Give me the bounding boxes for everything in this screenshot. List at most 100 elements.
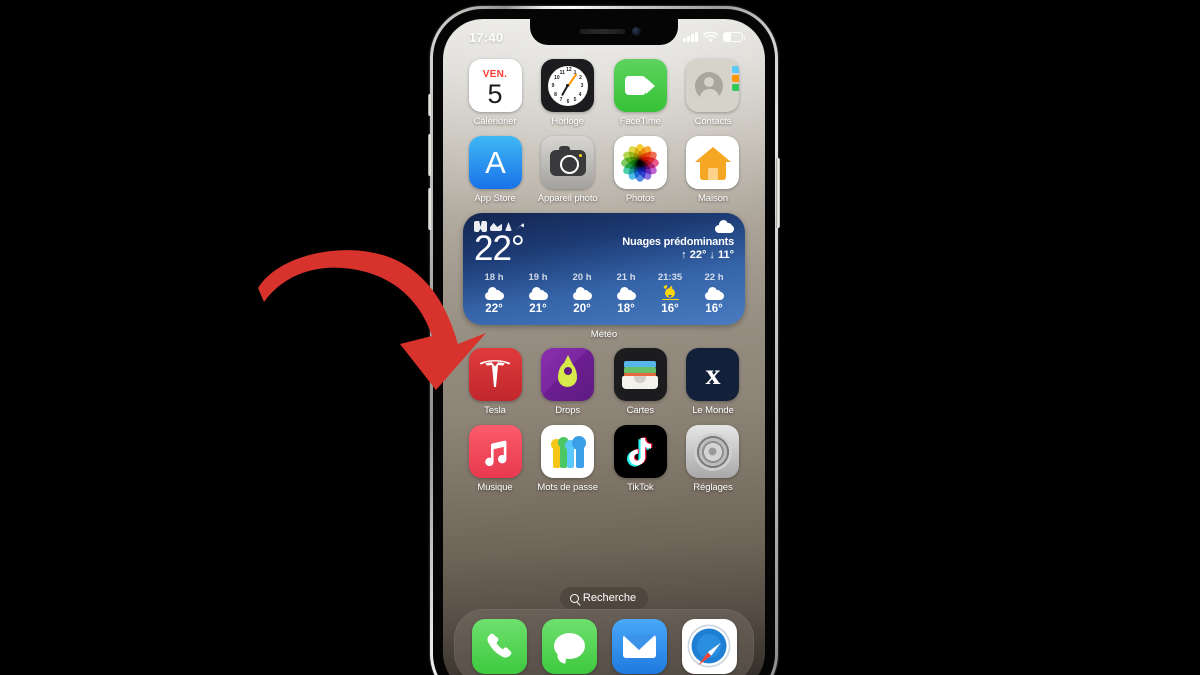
weather-hour-time: 21:35 — [657, 272, 683, 284]
home-app-icon[interactable] — [686, 136, 740, 189]
search-button[interactable]: Recherche — [559, 587, 649, 609]
app-cartes[interactable]: Cartes — [608, 348, 672, 416]
front-camera-icon — [632, 27, 641, 36]
volume-down-button[interactable] — [428, 188, 432, 230]
app-maison[interactable]: Maison — [681, 136, 745, 204]
mute-switch[interactable] — [428, 94, 432, 116]
weather-location-redacted — [474, 220, 524, 233]
cloud-icon — [715, 220, 734, 238]
photos-flower-glyph — [620, 143, 660, 182]
weather-hour-column: 21 h 18° — [607, 272, 645, 315]
status-bar-time: 17:40 — [469, 29, 504, 45]
weather-hour-time: 21 h — [616, 272, 636, 284]
cloud-icon — [704, 286, 724, 300]
app-row-2: A App Store Appareil photo Photos Maison — [457, 136, 751, 204]
weather-hour-time: 20 h — [572, 272, 592, 284]
calendar-day-number: 5 — [487, 79, 503, 109]
weather-hour-column: 21:35 16° — [651, 272, 689, 315]
weather-hour-temp: 18° — [617, 303, 635, 316]
search-label: Recherche — [582, 592, 637, 604]
camera-body-glyph — [549, 146, 586, 176]
gear-glyph — [693, 432, 732, 471]
passwords-keys-icon[interactable] — [541, 425, 595, 478]
app-label: Photos — [625, 193, 655, 204]
droplet-glyph — [558, 355, 578, 387]
settings-gear-icon[interactable] — [686, 425, 740, 478]
app-horloge[interactable]: 12 3 6 9 1 2 4 5 7 8 — [536, 59, 600, 127]
phone-icon[interactable] — [471, 618, 527, 674]
tiktok-icon[interactable] — [613, 425, 667, 478]
battery-icon — [723, 32, 746, 42]
sunset-icon — [661, 285, 679, 301]
keys-glyph — [550, 435, 586, 468]
person-glyph — [695, 71, 724, 100]
earpiece-speaker — [579, 29, 626, 34]
app-app-store[interactable]: A App Store — [463, 136, 527, 204]
app-label: Drops — [555, 405, 581, 416]
app-label: Réglages — [693, 482, 733, 493]
weather-hour-temp: 16° — [661, 303, 679, 316]
app-label: Le Monde — [692, 405, 734, 416]
red-curved-arrow-annotation — [258, 250, 486, 390]
app-tiktok[interactable]: TikTok — [608, 425, 672, 493]
dock — [454, 609, 754, 675]
video-camera-glyph — [625, 76, 656, 95]
cloud-icon — [572, 286, 592, 300]
app-label: TikTok — [627, 482, 654, 493]
app-mots-de-passe[interactable]: Mots de passe — [536, 425, 600, 493]
app-facetime[interactable]: FaceTime — [608, 59, 672, 127]
app-label: Appareil photo — [537, 193, 598, 204]
contact-tabs — [732, 66, 740, 91]
app-le-monde[interactable]: x Le Monde — [681, 348, 745, 416]
music-icon[interactable] — [468, 425, 522, 478]
wifi-icon — [703, 31, 718, 42]
facetime-icon[interactable] — [613, 59, 667, 112]
music-note-glyph — [485, 440, 507, 466]
le-monde-icon[interactable]: x — [686, 348, 740, 401]
app-reglages[interactable]: Réglages — [681, 425, 745, 493]
weather-summary: Nuages prédominants ↑ 22° ↓ 11° — [622, 236, 734, 261]
app-label: Musique — [477, 482, 513, 493]
compass-glyph — [689, 626, 729, 666]
app-appareil-photo[interactable]: Appareil photo — [536, 136, 600, 204]
tiktok-note-glyph — [627, 436, 653, 467]
photos-icon[interactable] — [613, 136, 667, 189]
app-musique[interactable]: Musique — [463, 425, 527, 493]
weather-hour-icon — [616, 286, 636, 300]
weather-hour-column: 22 h 16° — [695, 272, 733, 315]
clock-face: 12 3 6 9 1 2 4 5 7 8 — [547, 65, 588, 106]
safari-icon[interactable] — [681, 618, 737, 674]
le-monde-m-glyph: x — [705, 357, 721, 391]
envelope-glyph — [622, 634, 656, 658]
weather-hour-column: 20 h 20° — [563, 272, 601, 315]
app-photos[interactable]: Photos — [608, 136, 672, 204]
app-store-icon[interactable]: A — [468, 136, 522, 189]
volume-up-button[interactable] — [428, 134, 432, 176]
app-label: Cartes — [626, 405, 654, 416]
weather-high-low: ↑ 22° ↓ 11° — [681, 249, 734, 261]
weather-hour-icon — [572, 286, 592, 300]
search-icon — [569, 593, 579, 603]
app-row-1: VEN. 5 Calendrier 12 3 6 9 2 4 5 7 8 10 … — [457, 59, 751, 127]
camera-icon[interactable] — [541, 136, 595, 189]
app-label: App Store — [474, 193, 516, 204]
weather-hour-time: 22 h — [704, 272, 724, 284]
app-contacts[interactable]: Contacts — [681, 59, 745, 127]
wallet-glyph — [622, 360, 659, 389]
mail-icon[interactable] — [611, 618, 667, 674]
app-row-4: Musique Mots de passe TikTok Réglages — [457, 425, 751, 493]
power-button[interactable] — [776, 158, 780, 228]
app-label: Maison — [697, 193, 728, 204]
cloud-icon — [616, 286, 636, 300]
clock-icon[interactable]: 12 3 6 9 1 2 4 5 7 8 — [541, 59, 595, 112]
app-calendrier[interactable]: VEN. 5 Calendrier — [463, 59, 527, 127]
app-label: Calendrier — [473, 116, 517, 127]
contacts-icon[interactable] — [686, 59, 740, 112]
messages-icon[interactable] — [541, 618, 597, 674]
app-label: Contacts — [694, 116, 732, 127]
screenshot-stage: 17:40 VEN. 5 Calendrier 12 3 6 9 2 4 5 7… — [0, 0, 1200, 675]
speech-bubble-glyph — [553, 633, 585, 659]
wallet-cards-icon[interactable] — [613, 348, 667, 401]
calendar-icon[interactable]: VEN. 5 — [468, 59, 522, 112]
app-label: Tesla — [484, 405, 506, 416]
